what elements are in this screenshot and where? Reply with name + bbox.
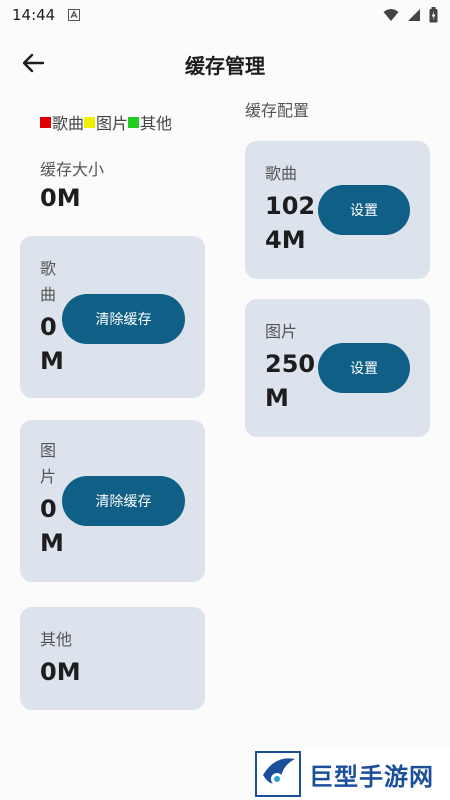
images-cache-card: 图 片 0 M 清除缓存 — [20, 420, 205, 582]
legend-label-other: 其他 — [140, 114, 173, 133]
cache-size-label: 缓存大小 — [40, 160, 105, 179]
songs-config-value-2: 4M — [265, 226, 306, 254]
songs-config-value-1: 102 — [265, 192, 316, 220]
status-bar: 14:44 — [0, 0, 450, 32]
notification-a-icon — [68, 9, 80, 21]
watermark: 巨型手游网 — [255, 748, 450, 800]
songs-cache-card: 歌 曲 0 M 清除缓存 — [20, 236, 205, 398]
legend-swatch-images — [84, 116, 96, 128]
watermark-text: 巨型手游网 — [309, 762, 434, 791]
images-card-value-1: 0 — [40, 495, 57, 523]
legend-swatch-other — [128, 116, 140, 128]
legend: 歌曲 图片 其他 — [40, 110, 172, 134]
battery-icon — [429, 7, 438, 23]
other-card-name: 其他 — [40, 630, 73, 649]
images-config-card: 图片 250 M 设置 — [245, 299, 430, 437]
songs-config-set-button[interactable]: 设置 — [318, 185, 410, 235]
screen: 14:44 缓存管理 歌曲 图片 其他 缓存大小 0M 歌 曲 0 M 清除缓存… — [0, 0, 450, 800]
wifi-icon — [383, 9, 399, 21]
system-icons — [383, 7, 438, 23]
songs-card-value-2: M — [40, 347, 64, 375]
songs-card-value-1: 0 — [40, 313, 57, 341]
watermark-logo-icon — [255, 751, 301, 797]
status-time: 14:44 — [12, 6, 56, 24]
images-card-name-2: 片 — [40, 467, 57, 486]
songs-card-name-1: 歌 — [40, 259, 57, 278]
clear-songs-cache-button[interactable]: 清除缓存 — [62, 294, 185, 344]
clear-images-cache-button[interactable]: 清除缓存 — [62, 476, 185, 526]
cache-config-label: 缓存配置 — [245, 101, 310, 120]
images-config-name: 图片 — [265, 322, 298, 341]
images-card-value-2: M — [40, 529, 64, 557]
images-card-name-1: 图 — [40, 441, 57, 460]
legend-label-songs: 歌曲 — [52, 114, 85, 133]
other-card-value: 0M — [40, 658, 81, 686]
page-title: 缓存管理 — [185, 54, 265, 78]
images-config-set-button[interactable]: 设置 — [318, 343, 410, 393]
other-cache-card: 其他 0M — [20, 607, 205, 710]
songs-config-card: 歌曲 102 4M 设置 — [245, 141, 430, 279]
songs-config-name: 歌曲 — [265, 164, 298, 183]
cache-size-value: 0M — [40, 184, 81, 212]
legend-label-images: 图片 — [96, 114, 129, 133]
images-config-value-1: 250 — [265, 350, 316, 378]
signal-icon — [408, 9, 420, 21]
images-config-value-2: M — [265, 384, 289, 412]
legend-swatch-songs — [40, 116, 51, 128]
songs-card-name-2: 曲 — [40, 285, 57, 304]
